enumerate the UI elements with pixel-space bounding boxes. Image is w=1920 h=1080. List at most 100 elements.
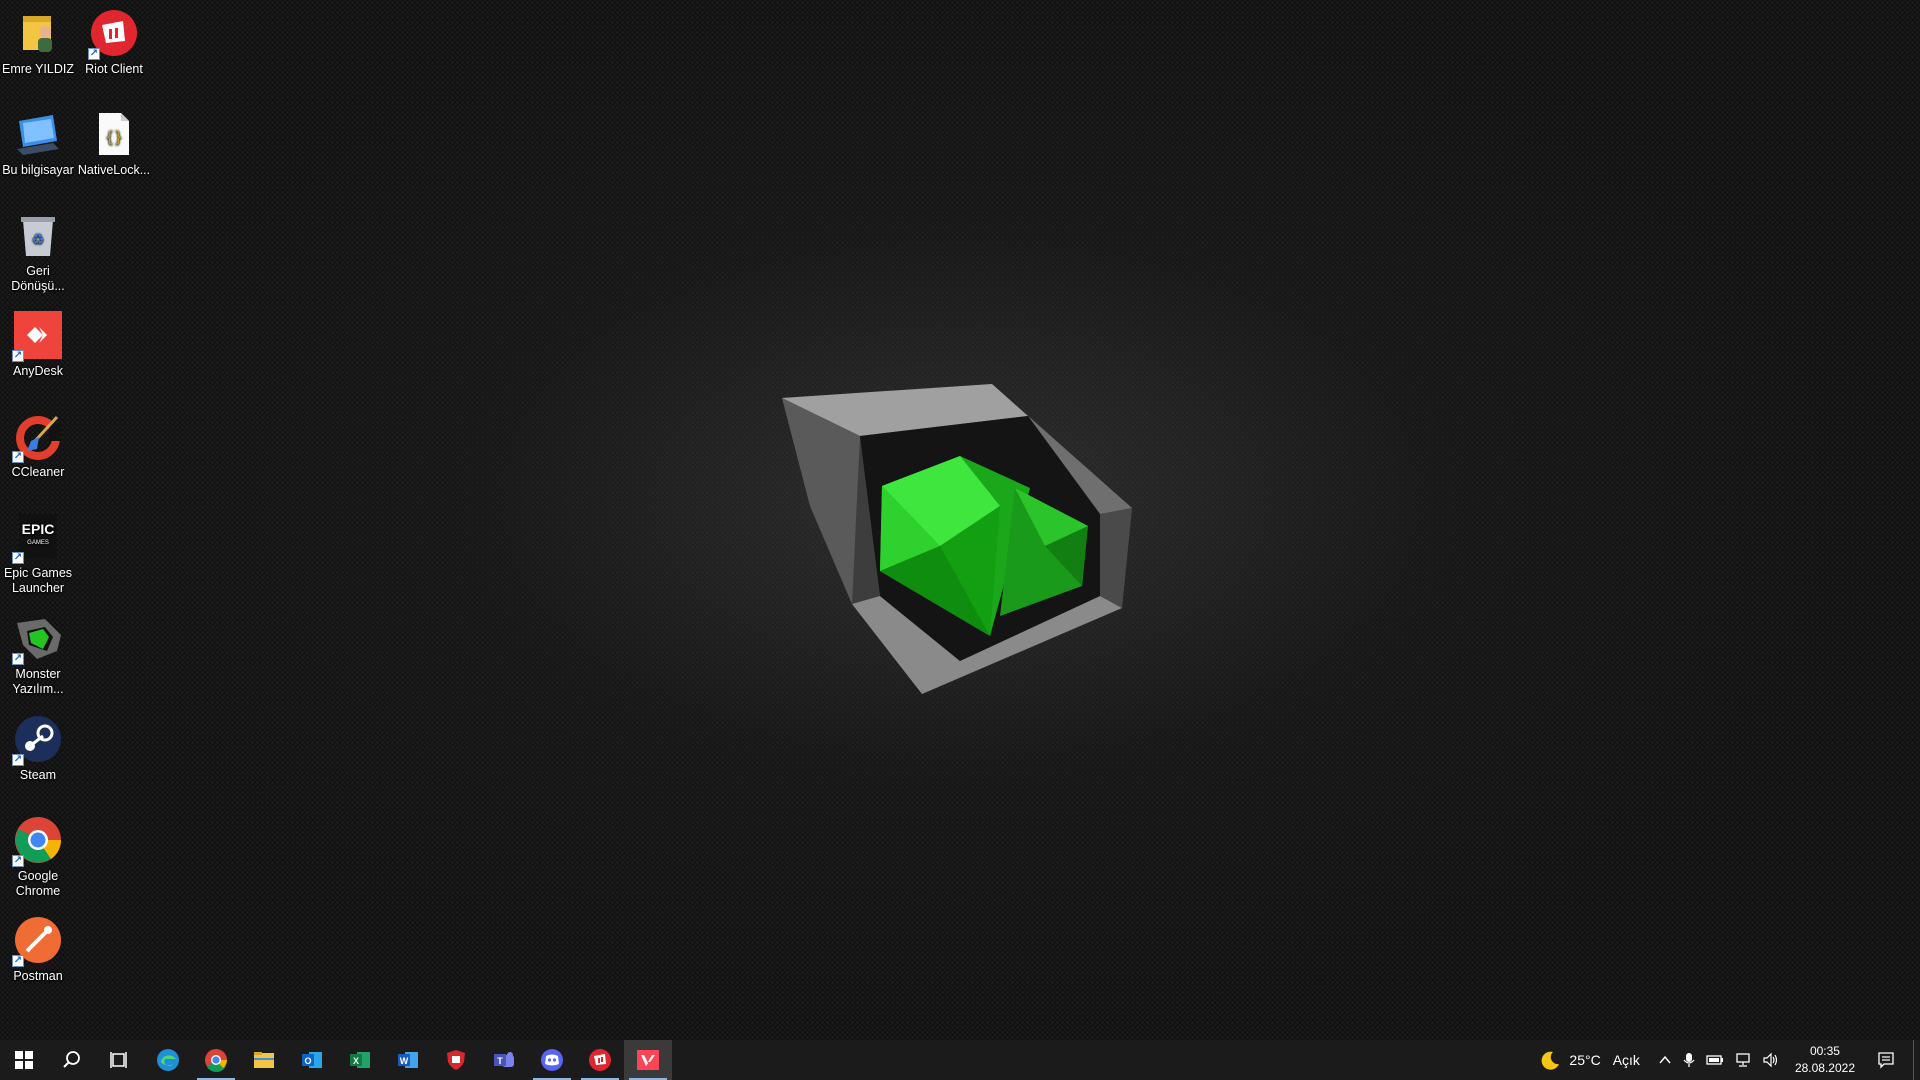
desktop-icon-this-pc[interactable]: Bu bilgisayar — [0, 109, 76, 178]
task-view-button[interactable] — [96, 1040, 144, 1080]
desktop-icon-label: Bu bilgisayar — [2, 163, 74, 177]
recycle-bin-icon: ♻ — [13, 210, 63, 260]
taskbar-discord[interactable] — [528, 1040, 576, 1080]
microphone-icon — [1683, 1053, 1695, 1067]
desktop-icon-json-file[interactable]: {} NativeLock... — [76, 109, 152, 178]
svg-text:♻: ♻ — [32, 231, 45, 247]
desktop-icon-label: NativeLock... — [77, 163, 151, 177]
volume-icon — [1763, 1052, 1778, 1068]
desktop-icon-label: AnyDesk — [12, 364, 64, 378]
shortcut-arrow-icon: ↗ — [12, 653, 24, 665]
weather-description: Açık — [1612, 1052, 1640, 1068]
clock[interactable]: 00:35 28.08.2022 — [1785, 1043, 1865, 1077]
battery-indicator[interactable] — [1701, 1040, 1729, 1080]
desktop-icon-epic-games[interactable]: EPIC GAMES ↗ Epic Games Launcher — [0, 512, 76, 596]
postman-icon: ↗ — [12, 915, 63, 967]
excel-icon: X — [350, 1052, 370, 1068]
system-tray: 25°C Açık 00:35 28.08.2022 — [1534, 1040, 1920, 1080]
valorant-icon — [637, 1050, 659, 1070]
desktop-icon-label: Steam — [19, 768, 57, 782]
taskbar-chrome[interactable] — [192, 1040, 240, 1080]
volume-indicator[interactable] — [1757, 1040, 1785, 1080]
taskbar-valorant[interactable] — [624, 1040, 672, 1080]
this-pc-icon — [13, 109, 63, 159]
monster-logo — [782, 384, 1132, 694]
steam-icon: ↗ — [12, 714, 63, 766]
epic-games-icon: EPIC GAMES ↗ — [12, 512, 63, 564]
desktop-icon-label: Epic Games Launcher — [3, 566, 73, 595]
desktop-icon-postman[interactable]: ↗ Postman — [0, 915, 76, 984]
svg-text:X: X — [353, 1056, 359, 1066]
desktop-icon-user-folder[interactable]: Emre YILDIZ — [0, 8, 76, 77]
clock-date: 28.08.2022 — [1794, 1061, 1855, 1075]
desktop-icon-monster[interactable]: ↗ Monster Yazılım... — [0, 613, 76, 697]
taskbar-security-app[interactable] — [432, 1040, 480, 1080]
show-desktop-button[interactable] — [1913, 1040, 1920, 1080]
svg-text:W: W — [400, 1056, 409, 1066]
task-view-icon — [110, 1052, 127, 1068]
taskbar-riot-client[interactable] — [576, 1040, 624, 1080]
taskbar-teams[interactable]: T — [480, 1040, 528, 1080]
taskbar-excel[interactable]: X — [336, 1040, 384, 1080]
desktop-icon-label: Google Chrome — [15, 869, 61, 898]
desktop-icon-recycle-bin[interactable]: ♻ Geri Dönüşü... — [0, 210, 76, 294]
svg-text:T: T — [497, 1056, 503, 1066]
ccleaner-icon: ↗ — [12, 411, 63, 463]
chrome-icon: ↗ — [12, 815, 63, 867]
taskbar-file-explorer[interactable] — [240, 1040, 288, 1080]
json-file-icon: {} — [89, 109, 139, 159]
shortcut-arrow-icon: ↗ — [12, 552, 24, 564]
discord-icon — [541, 1049, 563, 1071]
svg-text:EPIC: EPIC — [22, 521, 55, 537]
edge-icon — [157, 1049, 179, 1071]
taskbar-word[interactable]: W — [384, 1040, 432, 1080]
desktop-icon-label: Postman — [13, 969, 63, 983]
svg-text:GAMES: GAMES — [27, 540, 49, 546]
desktop-icon-steam[interactable]: ↗ Steam — [0, 714, 76, 783]
desktop-icon-riot-client[interactable]: ↗ Riot Client — [76, 8, 152, 77]
word-icon: W — [398, 1052, 418, 1068]
desktop-icon-ccleaner[interactable]: ↗ CCleaner — [0, 411, 76, 480]
folder-icon — [254, 1052, 274, 1068]
shortcut-arrow-icon: ↗ — [12, 754, 24, 766]
show-hidden-icons-button[interactable] — [1653, 1040, 1677, 1080]
desktop-wallpaper — [0, 0, 1920, 1040]
desktop-icon-chrome[interactable]: ↗ Google Chrome — [0, 815, 76, 899]
windows-start-icon — [15, 1051, 33, 1069]
desktop-icon-anydesk[interactable]: ↗ AnyDesk — [0, 310, 76, 379]
clock-time: 00:35 — [1809, 1044, 1840, 1058]
taskbar-outlook[interactable]: O — [288, 1040, 336, 1080]
desktop-icon-label: Monster Yazılım... — [12, 667, 64, 696]
anydesk-icon: ↗ — [12, 310, 63, 362]
taskbar: O X W T 25°C Açık 00:35 28.08.2022 — [0, 1040, 1920, 1080]
action-center-button[interactable] — [1865, 1040, 1907, 1080]
shield-app-icon — [447, 1050, 465, 1070]
shortcut-arrow-icon: ↗ — [12, 350, 24, 362]
moon-icon — [1542, 1051, 1560, 1070]
microphone-indicator[interactable] — [1677, 1040, 1701, 1080]
weather-temperature: 25°C — [1569, 1052, 1601, 1068]
weather-widget[interactable]: 25°C Açık — [1534, 1040, 1645, 1080]
search-icon — [63, 1051, 80, 1068]
battery-icon — [1706, 1055, 1723, 1065]
network-indicator[interactable] — [1729, 1040, 1757, 1080]
shortcut-arrow-icon: ↗ — [12, 451, 24, 463]
riot-client-icon: ↗ — [88, 8, 139, 60]
chrome-icon — [205, 1049, 227, 1072]
outlook-icon: O — [302, 1052, 322, 1068]
teams-icon: T — [494, 1052, 514, 1067]
taskbar-edge[interactable] — [144, 1040, 192, 1080]
shortcut-arrow-icon: ↗ — [12, 955, 24, 967]
start-button[interactable] — [0, 1040, 48, 1080]
user-folder-icon — [13, 8, 63, 58]
monster-software-icon: ↗ — [12, 613, 63, 665]
notification-icon — [1878, 1052, 1894, 1069]
shortcut-arrow-icon: ↗ — [88, 48, 100, 60]
svg-text:{}: {} — [105, 128, 123, 146]
desktop-icon-label: Geri Dönüşü... — [11, 264, 65, 293]
desktop-icon-label: Riot Client — [85, 62, 143, 76]
search-button[interactable] — [48, 1040, 96, 1080]
riot-client-icon — [589, 1049, 611, 1071]
network-icon — [1736, 1053, 1750, 1067]
svg-text:O: O — [304, 1056, 311, 1066]
